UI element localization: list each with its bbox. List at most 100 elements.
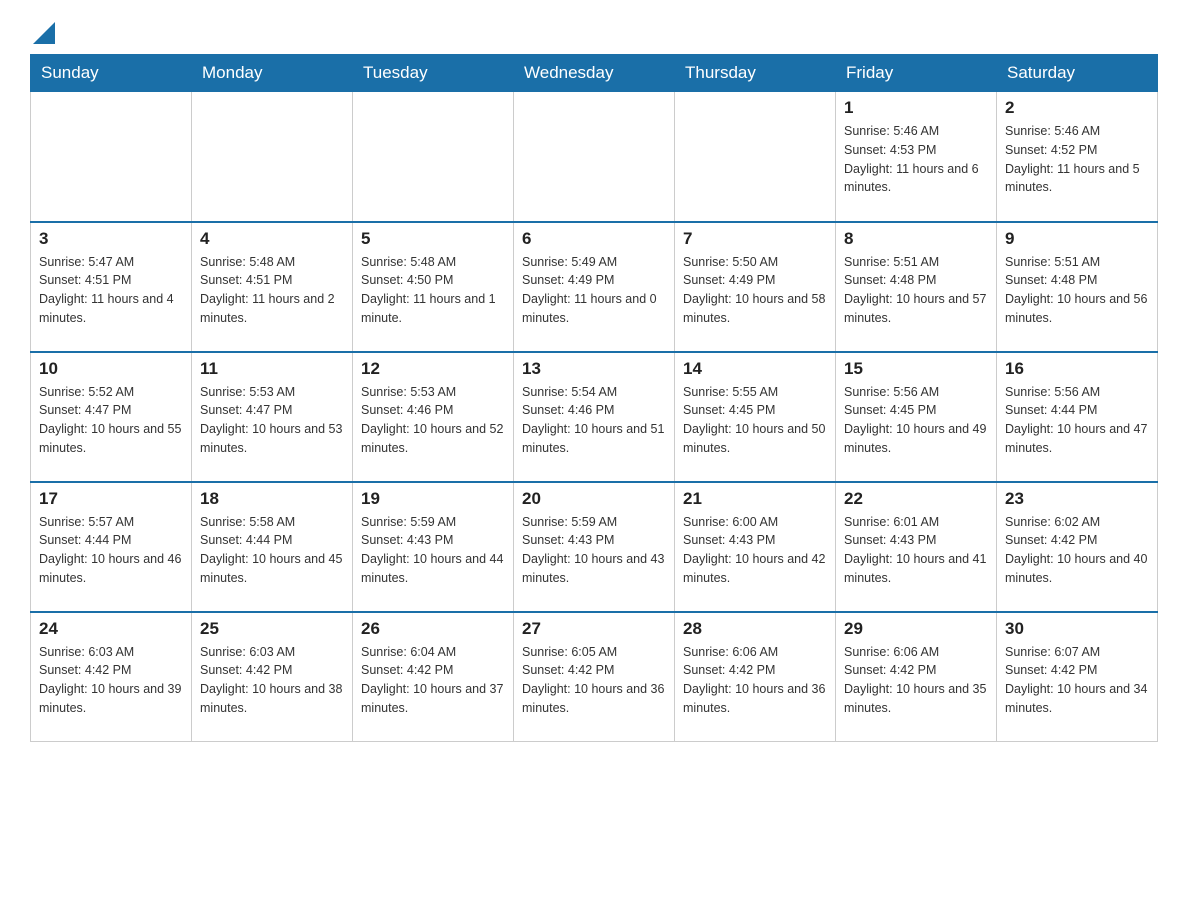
calendar-cell: 9 Sunrise: 5:51 AM Sunset: 4:48 PM Daylig… (997, 222, 1158, 352)
day-info: Sunrise: 5:51 AM Sunset: 4:48 PM Dayligh… (844, 253, 988, 328)
calendar-table: SundayMondayTuesdayWednesdayThursdayFrid… (30, 54, 1158, 742)
calendar-cell (353, 92, 514, 222)
header-monday: Monday (192, 55, 353, 92)
day-number: 11 (200, 359, 344, 379)
day-info: Sunrise: 5:59 AM Sunset: 4:43 PM Dayligh… (522, 513, 666, 588)
day-info: Sunrise: 5:48 AM Sunset: 4:51 PM Dayligh… (200, 253, 344, 328)
calendar-cell: 22 Sunrise: 6:01 AM Sunset: 4:43 PM Dayli… (836, 482, 997, 612)
calendar-cell: 6 Sunrise: 5:49 AM Sunset: 4:49 PM Daylig… (514, 222, 675, 352)
day-number: 26 (361, 619, 505, 639)
calendar-cell: 29 Sunrise: 6:06 AM Sunset: 4:42 PM Dayli… (836, 612, 997, 742)
header-thursday: Thursday (675, 55, 836, 92)
calendar-cell: 17 Sunrise: 5:57 AM Sunset: 4:44 PM Dayli… (31, 482, 192, 612)
day-info: Sunrise: 5:53 AM Sunset: 4:47 PM Dayligh… (200, 383, 344, 458)
calendar-cell: 3 Sunrise: 5:47 AM Sunset: 4:51 PM Daylig… (31, 222, 192, 352)
week-row-4: 17 Sunrise: 5:57 AM Sunset: 4:44 PM Dayli… (31, 482, 1158, 612)
calendar-cell: 14 Sunrise: 5:55 AM Sunset: 4:45 PM Dayli… (675, 352, 836, 482)
day-number: 24 (39, 619, 183, 639)
day-info: Sunrise: 5:57 AM Sunset: 4:44 PM Dayligh… (39, 513, 183, 588)
week-row-3: 10 Sunrise: 5:52 AM Sunset: 4:47 PM Dayli… (31, 352, 1158, 482)
day-number: 21 (683, 489, 827, 509)
day-info: Sunrise: 6:07 AM Sunset: 4:42 PM Dayligh… (1005, 643, 1149, 718)
week-row-5: 24 Sunrise: 6:03 AM Sunset: 4:42 PM Dayli… (31, 612, 1158, 742)
day-number: 2 (1005, 98, 1149, 118)
calendar-cell: 30Sunrise: 6:07 AM Sunset: 4:42 PM Dayli… (997, 612, 1158, 742)
calendar-cell: 13Sunrise: 5:54 AM Sunset: 4:46 PM Dayli… (514, 352, 675, 482)
day-number: 8 (844, 229, 988, 249)
day-info: Sunrise: 5:51 AM Sunset: 4:48 PM Dayligh… (1005, 253, 1149, 328)
day-info: Sunrise: 5:46 AM Sunset: 4:52 PM Dayligh… (1005, 122, 1149, 197)
day-number: 4 (200, 229, 344, 249)
calendar-cell: 2 Sunrise: 5:46 AM Sunset: 4:52 PM Daylig… (997, 92, 1158, 222)
day-number: 14 (683, 359, 827, 379)
day-number: 22 (844, 489, 988, 509)
logo (30, 20, 55, 44)
day-number: 20 (522, 489, 666, 509)
week-row-2: 3 Sunrise: 5:47 AM Sunset: 4:51 PM Daylig… (31, 222, 1158, 352)
calendar-cell: 11 Sunrise: 5:53 AM Sunset: 4:47 PM Dayli… (192, 352, 353, 482)
day-number: 16 (1005, 359, 1149, 379)
day-info: Sunrise: 5:53 AM Sunset: 4:46 PM Dayligh… (361, 383, 505, 458)
day-number: 10 (39, 359, 183, 379)
day-info: Sunrise: 6:00 AM Sunset: 4:43 PM Dayligh… (683, 513, 827, 588)
calendar-cell: 1 Sunrise: 5:46 AM Sunset: 4:53 PM Daylig… (836, 92, 997, 222)
day-number: 17 (39, 489, 183, 509)
calendar-cell: 16 Sunrise: 5:56 AM Sunset: 4:44 PM Dayli… (997, 352, 1158, 482)
week-row-1: 1 Sunrise: 5:46 AM Sunset: 4:53 PM Daylig… (31, 92, 1158, 222)
day-info: Sunrise: 5:46 AM Sunset: 4:53 PM Dayligh… (844, 122, 988, 197)
day-info: Sunrise: 5:55 AM Sunset: 4:45 PM Dayligh… (683, 383, 827, 458)
day-info: Sunrise: 5:49 AM Sunset: 4:49 PM Dayligh… (522, 253, 666, 328)
day-info: Sunrise: 6:03 AM Sunset: 4:42 PM Dayligh… (200, 643, 344, 718)
calendar-cell: 8 Sunrise: 5:51 AM Sunset: 4:48 PM Daylig… (836, 222, 997, 352)
header-saturday: Saturday (997, 55, 1158, 92)
calendar-cell: 7Sunrise: 5:50 AM Sunset: 4:49 PM Daylig… (675, 222, 836, 352)
calendar-cell (675, 92, 836, 222)
calendar-cell: 15Sunrise: 5:56 AM Sunset: 4:45 PM Dayli… (836, 352, 997, 482)
calendar-cell: 28Sunrise: 6:06 AM Sunset: 4:42 PM Dayli… (675, 612, 836, 742)
calendar-cell: 27Sunrise: 6:05 AM Sunset: 4:42 PM Dayli… (514, 612, 675, 742)
day-info: Sunrise: 5:54 AM Sunset: 4:46 PM Dayligh… (522, 383, 666, 458)
calendar-cell: 20 Sunrise: 5:59 AM Sunset: 4:43 PM Dayli… (514, 482, 675, 612)
day-number: 19 (361, 489, 505, 509)
day-number: 9 (1005, 229, 1149, 249)
day-number: 23 (1005, 489, 1149, 509)
calendar-cell (31, 92, 192, 222)
day-number: 25 (200, 619, 344, 639)
day-number: 6 (522, 229, 666, 249)
day-number: 15 (844, 359, 988, 379)
day-info: Sunrise: 6:03 AM Sunset: 4:42 PM Dayligh… (39, 643, 183, 718)
logo-triangle-icon (33, 22, 55, 44)
day-info: Sunrise: 6:01 AM Sunset: 4:43 PM Dayligh… (844, 513, 988, 588)
calendar-cell: 21 Sunrise: 6:00 AM Sunset: 4:43 PM Dayli… (675, 482, 836, 612)
day-number: 12 (361, 359, 505, 379)
calendar-cell: 24 Sunrise: 6:03 AM Sunset: 4:42 PM Dayli… (31, 612, 192, 742)
day-number: 29 (844, 619, 988, 639)
day-number: 5 (361, 229, 505, 249)
calendar-cell: 18Sunrise: 5:58 AM Sunset: 4:44 PM Dayli… (192, 482, 353, 612)
day-info: Sunrise: 5:58 AM Sunset: 4:44 PM Dayligh… (200, 513, 344, 588)
day-info: Sunrise: 5:52 AM Sunset: 4:47 PM Dayligh… (39, 383, 183, 458)
day-info: Sunrise: 6:04 AM Sunset: 4:42 PM Dayligh… (361, 643, 505, 718)
day-info: Sunrise: 5:47 AM Sunset: 4:51 PM Dayligh… (39, 253, 183, 328)
calendar-cell: 4 Sunrise: 5:48 AM Sunset: 4:51 PM Daylig… (192, 222, 353, 352)
calendar-cell: 12 Sunrise: 5:53 AM Sunset: 4:46 PM Dayli… (353, 352, 514, 482)
day-number: 3 (39, 229, 183, 249)
calendar-cell: 19 Sunrise: 5:59 AM Sunset: 4:43 PM Dayli… (353, 482, 514, 612)
day-info: Sunrise: 5:48 AM Sunset: 4:50 PM Dayligh… (361, 253, 505, 328)
day-info: Sunrise: 6:02 AM Sunset: 4:42 PM Dayligh… (1005, 513, 1149, 588)
day-number: 1 (844, 98, 988, 118)
day-number: 27 (522, 619, 666, 639)
calendar-cell: 26 Sunrise: 6:04 AM Sunset: 4:42 PM Dayli… (353, 612, 514, 742)
day-info: Sunrise: 5:56 AM Sunset: 4:44 PM Dayligh… (1005, 383, 1149, 458)
calendar-cell: 25 Sunrise: 6:03 AM Sunset: 4:42 PM Dayli… (192, 612, 353, 742)
calendar-cell (514, 92, 675, 222)
calendar-cell: 5 Sunrise: 5:48 AM Sunset: 4:50 PM Daylig… (353, 222, 514, 352)
calendar-cell (192, 92, 353, 222)
day-info: Sunrise: 5:59 AM Sunset: 4:43 PM Dayligh… (361, 513, 505, 588)
header-sunday: Sunday (31, 55, 192, 92)
header-tuesday: Tuesday (353, 55, 514, 92)
day-info: Sunrise: 6:06 AM Sunset: 4:42 PM Dayligh… (844, 643, 988, 718)
day-number: 7 (683, 229, 827, 249)
header-wednesday: Wednesday (514, 55, 675, 92)
header-friday: Friday (836, 55, 997, 92)
